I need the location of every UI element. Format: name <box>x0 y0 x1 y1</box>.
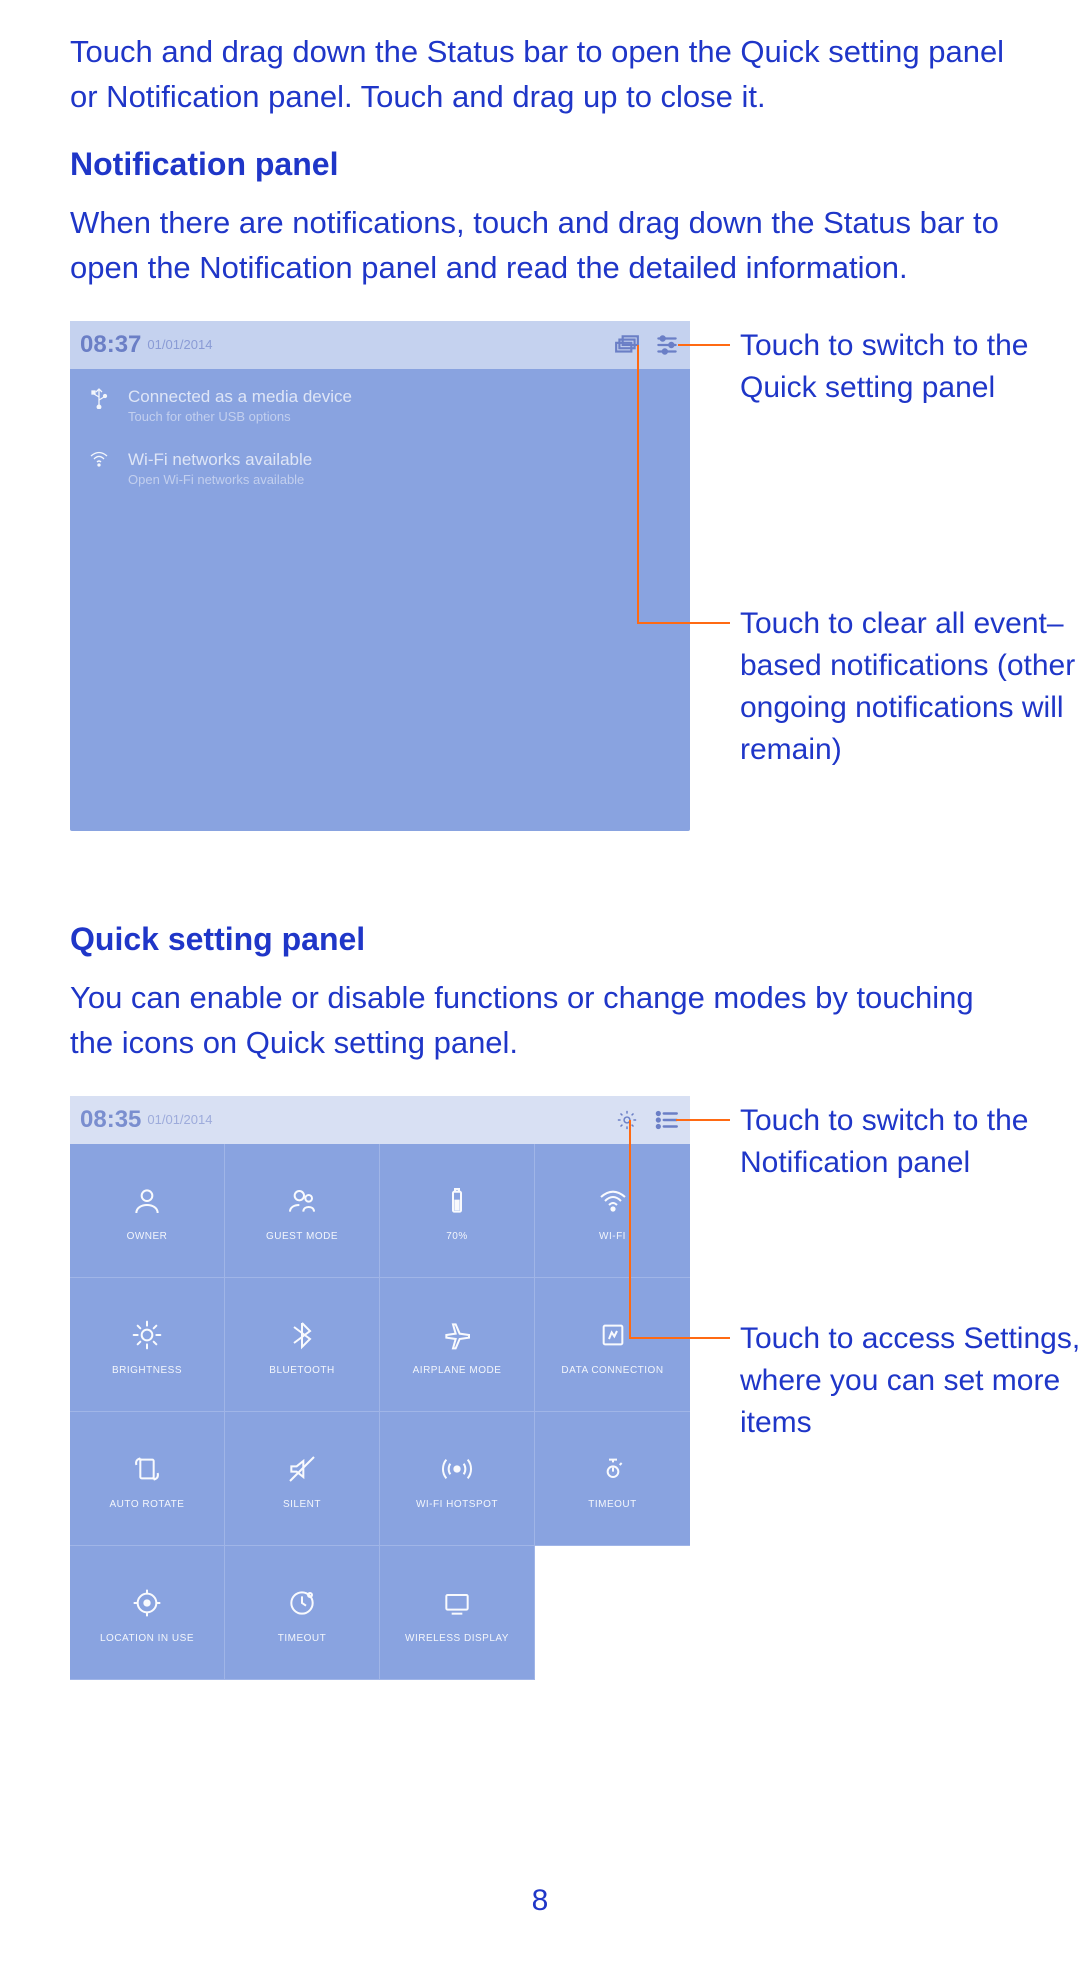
page-number: 8 <box>0 1884 1080 1918</box>
qs-label: 70% <box>446 1231 468 1242</box>
callout-switch-notifications: Touch to switch to the Notification pane… <box>740 1100 1080 1184</box>
wireless-display-icon <box>441 1581 473 1625</box>
notif-time: 08:37 <box>80 331 141 359</box>
qs-time: 08:35 <box>80 1106 141 1134</box>
qs-tile-bluetooth[interactable]: BLUETOOTH <box>225 1278 380 1412</box>
wifi-icon <box>597 1179 629 1223</box>
qs-tile-brightness[interactable]: BRIGHTNESS <box>70 1278 225 1412</box>
qs-label: BRIGHTNESS <box>112 1365 182 1376</box>
qs-tile-silent[interactable]: SILENT <box>225 1412 380 1546</box>
heading-notification-panel: Notification panel <box>70 146 1020 183</box>
wifi-icon <box>84 450 114 473</box>
guest-icon <box>286 1179 318 1223</box>
heading-quick-setting-panel: Quick setting panel <box>70 921 1020 958</box>
qs-label: AUTO ROTATE <box>110 1499 185 1510</box>
quick-settings-switch-icon[interactable] <box>654 334 680 356</box>
hotspot-icon <box>441 1447 473 1491</box>
qs-label: DATA CONNECTION <box>561 1365 663 1376</box>
qs-label: SILENT <box>283 1499 321 1510</box>
section2-body: You can enable or disable functions or c… <box>70 976 1020 1066</box>
clear-all-icon[interactable] <box>614 334 640 356</box>
timeout-icon <box>597 1447 629 1491</box>
data-connection-icon <box>597 1313 629 1357</box>
qs-label: BLUETOOTH <box>269 1365 334 1376</box>
qs-tile-wireless-display[interactable]: WIRELESS DISPLAY <box>380 1546 535 1680</box>
clock-icon <box>286 1581 318 1625</box>
qs-tile-airplane[interactable]: AIRPLANE MODE <box>380 1278 535 1412</box>
notification-list-switch-icon[interactable] <box>654 1109 680 1131</box>
qs-label: WIRELESS DISPLAY <box>405 1633 509 1644</box>
qs-label: TIMEOUT <box>588 1499 637 1510</box>
qs-tile-location[interactable]: LOCATION IN USE <box>70 1546 225 1680</box>
qs-label: OWNER <box>127 1231 168 1242</box>
auto-rotate-icon <box>131 1447 163 1491</box>
section1-body: When there are notifications, touch and … <box>70 201 1020 291</box>
qs-tiles-grid: OWNER GUEST MODE 70% WI-FI BRIGHTNE <box>70 1144 690 1680</box>
notif-row0-sub: Touch for other USB options <box>128 409 352 424</box>
qs-tile-blank <box>535 1546 690 1680</box>
battery-icon <box>441 1179 473 1223</box>
qs-tile-guest[interactable]: GUEST MODE <box>225 1144 380 1278</box>
notif-row1-title: Wi-Fi networks available <box>128 450 312 470</box>
quick-setting-panel-mock: 08:35 01/01/2014 OWNER GUEST MODE <box>70 1096 690 1680</box>
callout-access-settings: Touch to access Settings, where you can … <box>740 1318 1080 1444</box>
figure-notification-panel: 08:37 01/01/2014 Connected as a media de… <box>70 321 1020 861</box>
callout-clear-notifications: Touch to clear all event–based notificat… <box>740 603 1080 771</box>
usb-icon <box>84 387 114 414</box>
bluetooth-icon <box>286 1313 318 1357</box>
qs-tile-timeout[interactable]: TIMEOUT <box>535 1412 690 1546</box>
airplane-icon <box>441 1313 473 1357</box>
figure-quick-setting-panel: 08:35 01/01/2014 OWNER GUEST MODE <box>70 1096 1020 1756</box>
qs-label: AIRPLANE MODE <box>413 1365 502 1376</box>
location-icon <box>131 1581 163 1625</box>
notification-header: 08:37 01/01/2014 <box>70 321 690 369</box>
qs-tile-rotate[interactable]: AUTO ROTATE <box>70 1412 225 1546</box>
qs-tile-battery[interactable]: 70% <box>380 1144 535 1278</box>
notif-row0-title: Connected as a media device <box>128 387 352 407</box>
qs-tile-timeout2[interactable]: TIMEOUT <box>225 1546 380 1680</box>
person-icon <box>131 1179 163 1223</box>
qs-tile-data[interactable]: DATA CONNECTION <box>535 1278 690 1412</box>
notification-row-wifi[interactable]: Wi-Fi networks available Open Wi-Fi netw… <box>84 450 676 487</box>
qs-label: WI-FI HOTSPOT <box>416 1499 498 1510</box>
brightness-icon <box>131 1313 163 1357</box>
qs-tile-wifi[interactable]: WI-FI <box>535 1144 690 1278</box>
notif-date: 01/01/2014 <box>147 337 212 352</box>
qs-tile-hotspot[interactable]: WI-FI HOTSPOT <box>380 1412 535 1546</box>
qs-label: WI-FI <box>599 1231 626 1242</box>
qs-label: GUEST MODE <box>266 1231 338 1242</box>
qs-header: 08:35 01/01/2014 <box>70 1096 690 1144</box>
qs-label: TIMEOUT <box>278 1633 327 1644</box>
settings-gear-icon[interactable] <box>614 1109 640 1131</box>
qs-label: LOCATION IN USE <box>100 1633 194 1644</box>
qs-tile-owner[interactable]: OWNER <box>70 1144 225 1278</box>
notification-panel-mock: 08:37 01/01/2014 Connected as a media de… <box>70 321 690 831</box>
notification-row-usb[interactable]: Connected as a media device Touch for ot… <box>84 387 676 424</box>
intro-text: Touch and drag down the Status bar to op… <box>70 30 1020 120</box>
qs-date: 01/01/2014 <box>147 1112 212 1127</box>
notif-row1-sub: Open Wi-Fi networks available <box>128 472 312 487</box>
callout-switch-quick-settings: Touch to switch to the Quick setting pan… <box>740 325 1080 409</box>
silent-icon <box>286 1447 318 1491</box>
